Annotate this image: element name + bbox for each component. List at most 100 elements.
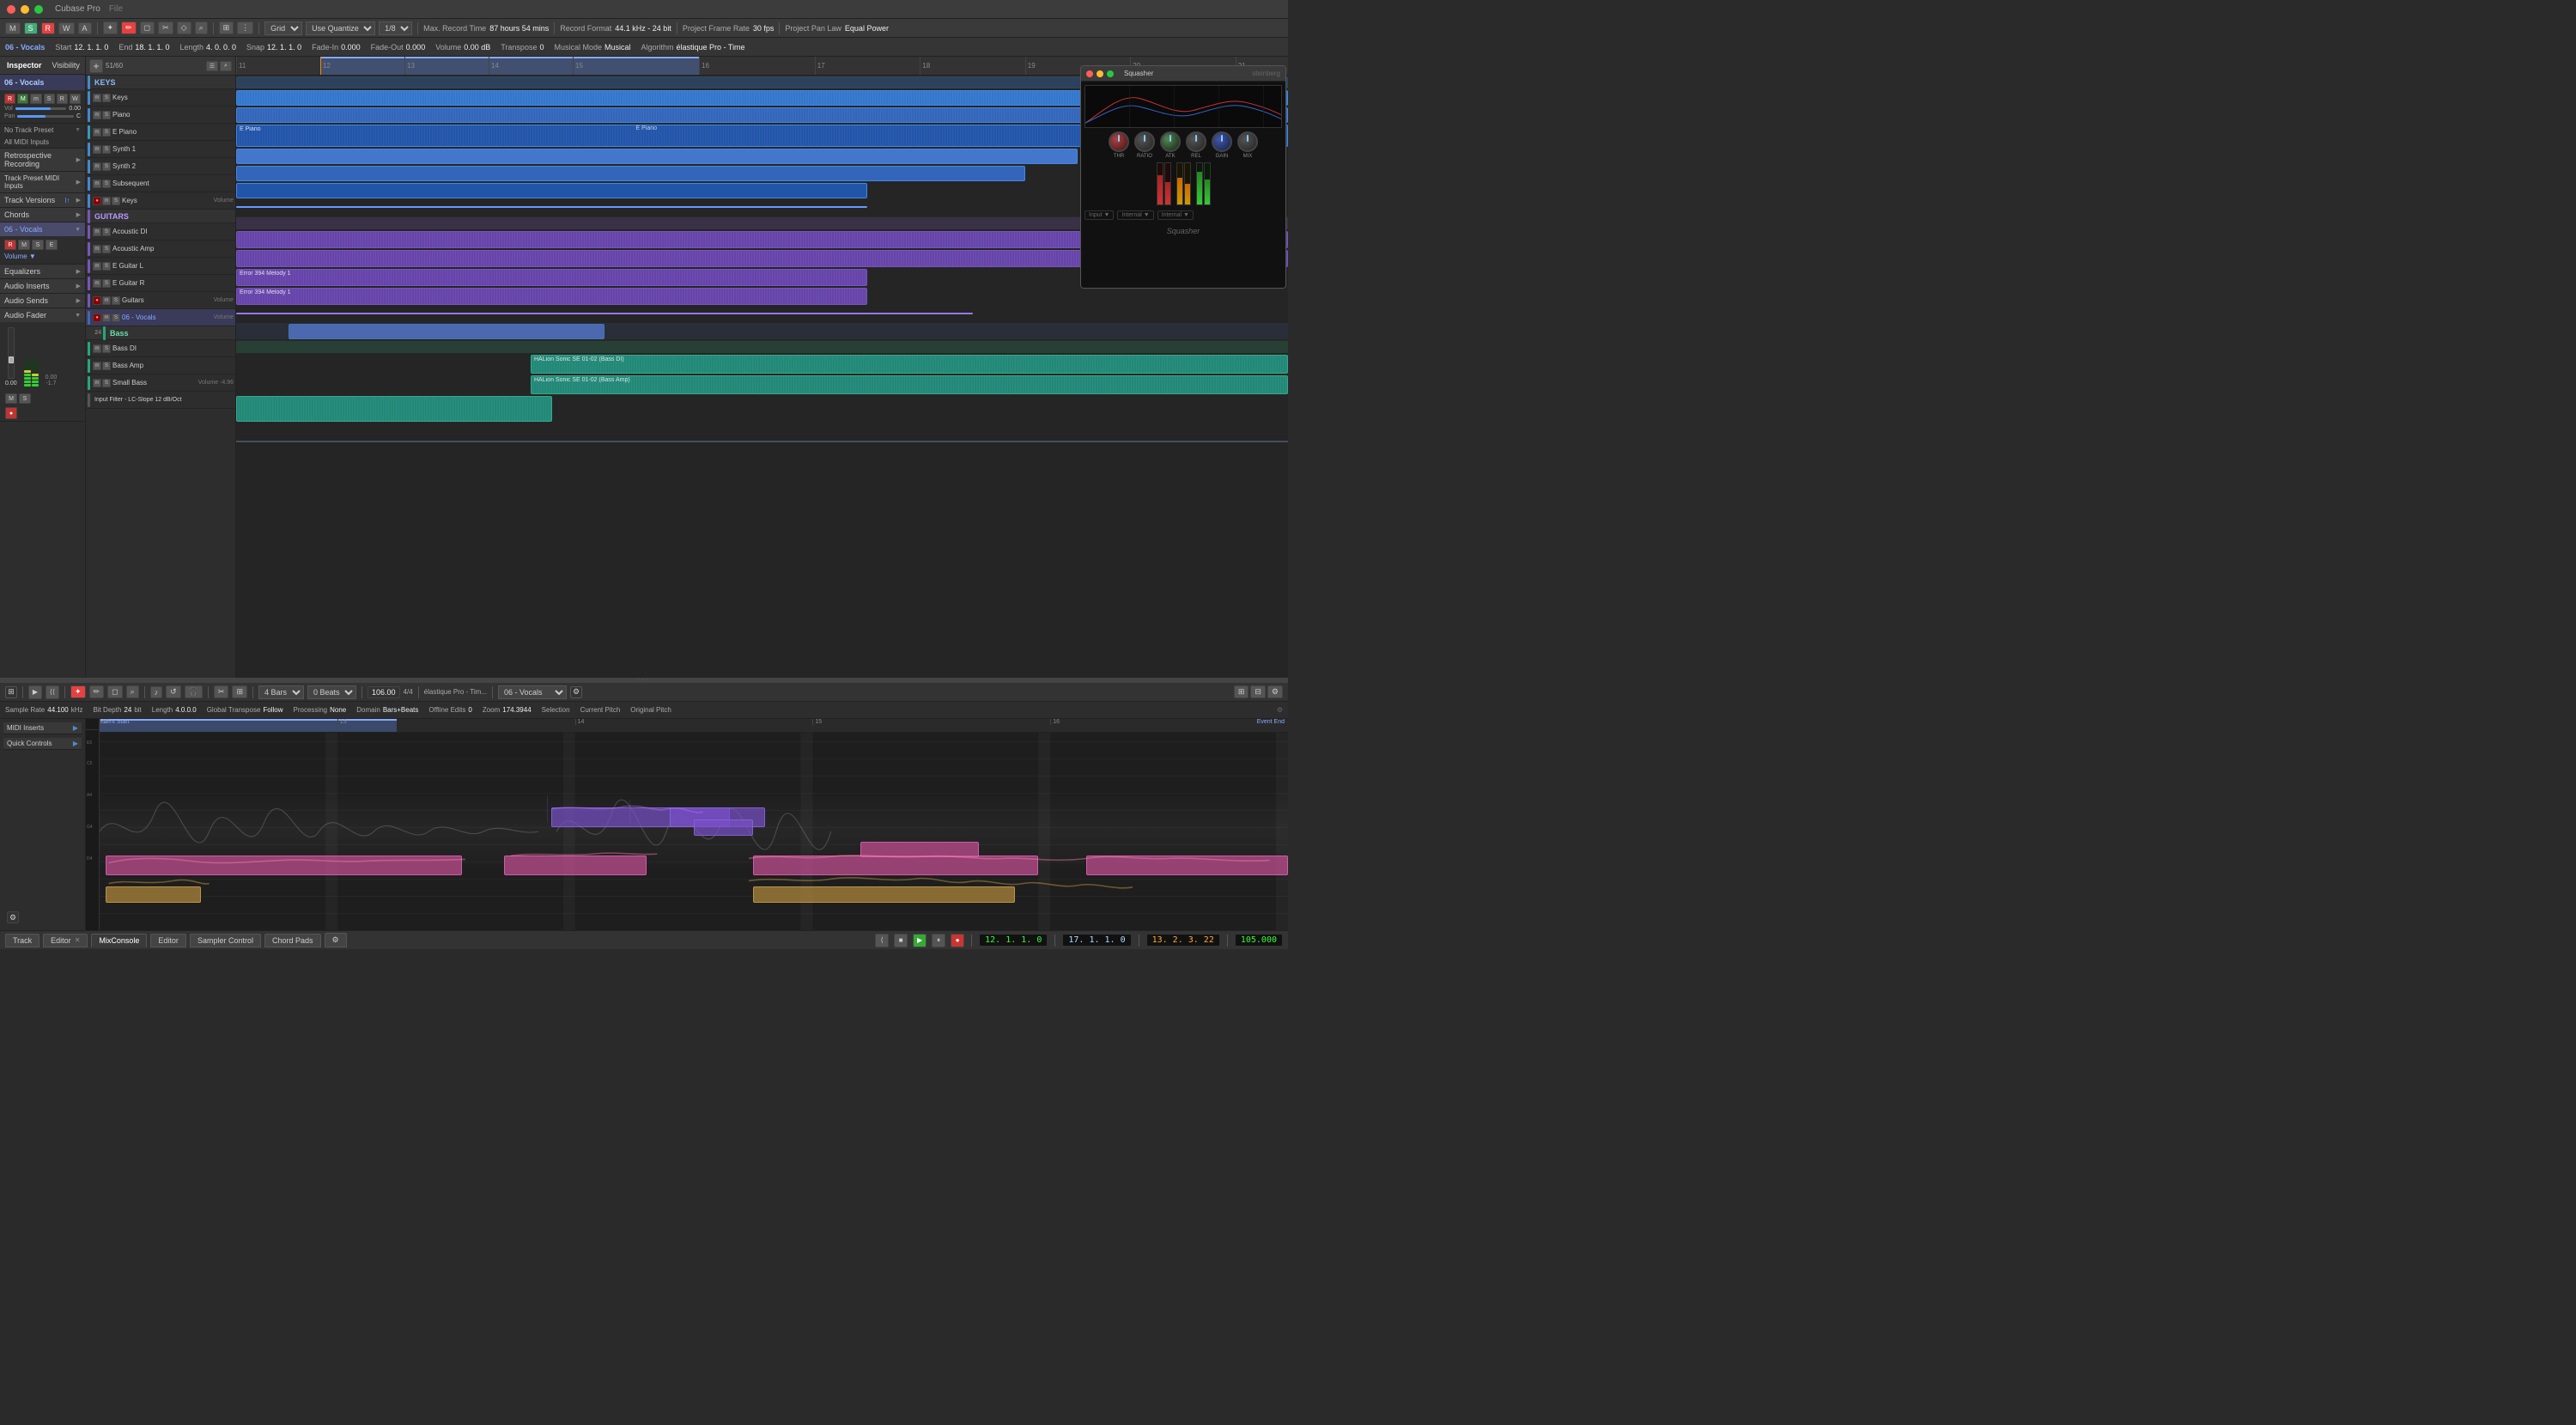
tool-draw[interactable]: ✏ [121,21,137,34]
tempo-display[interactable]: 106.00 [368,686,400,698]
clip-small-bass[interactable] [236,396,552,422]
bottom-settings-btn[interactable]: ⚙ [570,686,582,698]
track-mute-bassdi[interactable]: m [93,344,101,353]
track-row-eguitar-r[interactable]: m S E Guitar R [86,275,235,292]
track-mute-adi[interactable]: m [93,228,101,236]
beats-select[interactable]: 0 Beats [307,685,356,699]
inspector-track-preset-header[interactable]: Track Preset MIDI Inputs ▶ [0,172,85,192]
track-row-piano[interactable]: m S Piano [86,107,235,124]
inspector-audio-sends-header[interactable]: Audio Sends ▶ [0,294,85,308]
track-row-keys2[interactable]: ● m S Keys Volume [86,192,235,210]
quantize-value-select[interactable]: 1/8 [379,21,412,35]
inspector-fader[interactable]: 0.00 [5,327,17,387]
transport-position-display[interactable]: 12. 1. 1. 0 [979,934,1048,947]
transport-pause-btn[interactable]: ⏸ [932,934,945,947]
track-row-small-bass[interactable]: m S Small Bass Volume -4.96 [86,375,235,392]
btn-r[interactable]: R [41,22,56,34]
tab-inspector[interactable]: Inspector [3,59,46,71]
track-row-subsequent[interactable]: m S Subsequent [86,175,235,192]
inspector-current-e[interactable]: E [46,240,58,250]
tab-editor-close[interactable]: ✕ [75,936,81,944]
inspector-track-versions-header[interactable]: Track Versions I↑ ▶ [0,193,85,207]
tool-erase[interactable]: ◻ [140,21,155,34]
inspector-pan-slider[interactable] [17,115,73,118]
tool-zoom[interactable]: ⌕ [195,21,208,34]
inspector-midi-input[interactable]: All MIDI Inputs [0,137,85,148]
knob-2[interactable] [1134,131,1155,152]
track-rec-vocals[interactable]: ● [93,314,101,322]
bars-select[interactable]: 4 Bars [258,685,304,699]
inspector-rec-btn[interactable]: R [4,94,15,104]
clip-bass-di[interactable]: HALion Sonic SE 01-02 (Bass DI) [531,355,1288,374]
knob-3[interactable] [1160,131,1181,152]
inspector-monitor-btn[interactable]: M [17,94,28,104]
snap-btn[interactable]: ⊞ [219,21,234,34]
fader-s-btn[interactable]: S [19,393,31,404]
track-row-epiano[interactable]: m S E Piano [86,124,235,141]
transport-rec-btn[interactable]: ● [951,934,964,947]
end-field[interactable]: End 18. 1. 1. 0 [118,43,169,52]
btn-a[interactable]: A [78,22,92,34]
track-row-acoustic-amp[interactable]: m S Acoustic Amp [86,241,235,258]
clip-eguitar-r[interactable]: Error 394 Melody 1 [236,288,867,305]
track-solo-sbass[interactable]: S [102,379,111,387]
algorithm-field[interactable]: Algorithm élastique Pro - Time [641,43,745,52]
transport-play-btn[interactable]: ▶ [913,934,927,947]
track-solo-guitars[interactable]: S [112,296,120,305]
plugin-minimize[interactable] [1097,70,1103,77]
inspector-retro-header[interactable]: Retrospective Recording ▶ [0,149,85,171]
btn-s[interactable]: S [24,22,38,34]
bottom-tool-erase[interactable]: ◻ [107,685,122,698]
track-row-vocals[interactable]: ● m S 06 - Vocals Volume [86,309,235,326]
fader-rec-btn[interactable]: ● [5,407,17,419]
track-mute-vocals[interactable]: m [102,314,111,322]
tool-glue[interactable]: ◇ [177,21,191,34]
bottom-snap-icon[interactable]: ⊞ [5,686,17,698]
fader-m-btn[interactable]: M [5,393,17,404]
bottom-group-btn[interactable]: ⊞ [232,685,247,698]
transport-stop-btn[interactable]: ■ [894,934,908,947]
fade-in-field[interactable]: Fade-In 0.000 [312,43,361,52]
inspector-mute-btn[interactable]: m [30,94,41,104]
grid-select[interactable]: Grid [264,21,302,35]
knob-1[interactable] [1109,131,1129,152]
tab-mixconsole[interactable]: MixConsole [91,934,147,947]
volume-field[interactable]: Volume 0.00 dB [435,43,490,52]
bottom-loop-btn[interactable]: ↺ [166,685,181,698]
plugin-window[interactable]: Squasher steinberg [1080,65,1286,289]
inspector-current-s[interactable]: S [32,240,44,250]
knob-5[interactable] [1212,131,1232,152]
snap-field[interactable]: Snap 12. 1. 1. 0 [246,43,301,52]
bottom-headphones-btn[interactable]: 🎧 [185,685,203,698]
track-row-lc-slope[interactable]: Input Filter - LC-Slope 12 dB/Oct [86,392,235,409]
add-track-btn[interactable]: + [89,59,103,73]
track-solo-egr[interactable]: S [102,279,111,288]
track-solo-epiano[interactable]: S [102,128,111,137]
track-mute-guitars[interactable]: m [102,296,111,305]
clip-subsequent[interactable] [236,183,867,198]
track-mute-piano[interactable]: m [93,111,101,119]
plugin-output-select[interactable]: Internal ▼ [1117,210,1153,220]
track-solo-bassamp[interactable]: S [102,362,111,370]
transpose-field[interactable]: Transpose 0 [501,43,544,52]
plugin-maximize[interactable] [1107,70,1114,77]
tab-editor2[interactable]: Editor [150,934,186,947]
track-mute-synth1[interactable]: m [93,145,101,154]
bottom-rewind-btn[interactable]: ⟨⟨ [46,685,59,699]
bottom-right-btn2[interactable]: ⊟ [1250,685,1266,698]
inspector-audio-fader-header[interactable]: Audio Fader ▼ [0,308,85,322]
track-row-bass-amp[interactable]: m S Bass Amp [86,357,235,375]
bottom-tool-draw[interactable]: ✏ [89,685,105,698]
track-solo-vocals[interactable]: S [112,314,120,322]
track-mute-egr[interactable]: m [93,279,101,288]
inspector-read-btn[interactable]: R [57,94,68,104]
track-filter-btn[interactable]: ☰ [206,61,218,71]
clip-synth2[interactable] [236,166,1025,181]
track-mute-subsequent[interactable]: m [93,180,101,188]
track-rec-guitars[interactable]: ● [93,296,101,305]
tab-chord-pads[interactable]: Chord Pads [264,934,321,947]
tool-split[interactable]: ✂ [158,21,173,34]
editor-pitch-area[interactable] [100,733,1288,930]
track-row-guitars-folder[interactable]: GUITARS [86,210,235,223]
track-row-eguitar-l[interactable]: m S E Guitar L [86,258,235,275]
